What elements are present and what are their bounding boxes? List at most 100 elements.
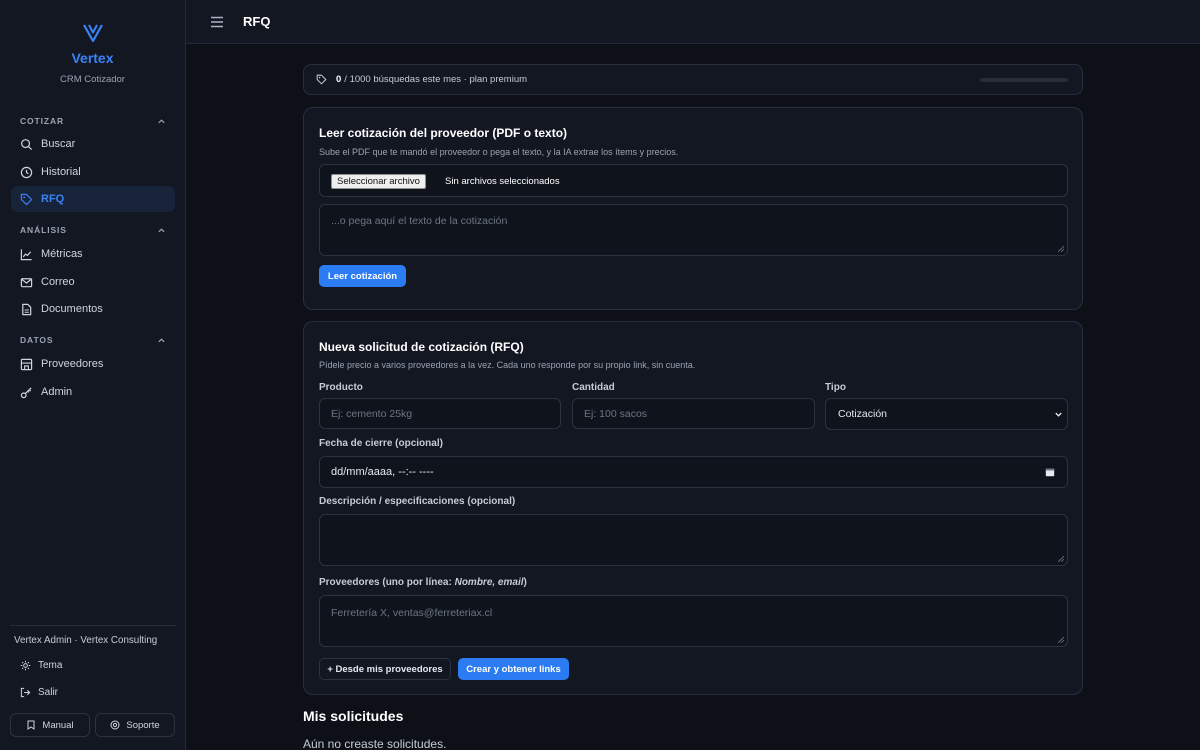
sidebar-item-label: Correo bbox=[41, 276, 75, 288]
logout-button[interactable]: Salir bbox=[20, 687, 58, 698]
logout-icon bbox=[20, 687, 31, 698]
suppliers-placeholder: Ferretería X, ventas@ferreteriax.cl bbox=[331, 607, 493, 619]
product-placeholder: Ej: cemento 25kg bbox=[331, 408, 413, 420]
product-input[interactable]: Ej: cemento 25kg bbox=[319, 398, 561, 429]
sidebar-item-historial[interactable]: Historial bbox=[11, 159, 175, 185]
new-rfq-card: Nueva solicitud de cotización (RFQ) Píde… bbox=[303, 321, 1083, 695]
resize-handle-icon[interactable] bbox=[1058, 637, 1064, 643]
read-quote-card: Leer cotización del proveedor (PDF o tex… bbox=[303, 107, 1083, 310]
chart-icon bbox=[20, 248, 32, 260]
suppliers-label-format: Nombre, email bbox=[454, 577, 524, 588]
user-account: Vertex Admin · Vertex Consulting bbox=[14, 635, 158, 646]
card-subtitle: Pídele precio a varios proveedores a la … bbox=[319, 360, 696, 370]
section-datos[interactable]: DATOS bbox=[0, 333, 186, 347]
mail-icon bbox=[20, 277, 33, 287]
resize-handle-icon[interactable] bbox=[1058, 246, 1064, 252]
file-status: Sin archivos seleccionados bbox=[445, 176, 560, 187]
resize-handle-icon[interactable] bbox=[1058, 556, 1064, 562]
sidebar: Vertex CRM Cotizador COTIZAR Buscar Hist… bbox=[0, 0, 186, 750]
sidebar-item-label: Proveedores bbox=[41, 358, 104, 370]
search-icon bbox=[21, 138, 33, 150]
section-title: DATOS bbox=[20, 335, 54, 345]
support-button[interactable]: Soporte bbox=[95, 713, 175, 737]
create-links-button[interactable]: Crear y obtener links bbox=[458, 658, 569, 680]
sidebar-item-label: Admin bbox=[41, 386, 73, 398]
description-textarea[interactable] bbox=[319, 514, 1068, 566]
requests-empty-state: Aún no creaste solicitudes. bbox=[303, 737, 447, 750]
chevron-down-icon bbox=[1055, 412, 1062, 417]
sidebar-item-documentos[interactable]: Documentos bbox=[11, 296, 175, 322]
description-label: Descripción / especificaciones (opcional… bbox=[319, 496, 516, 507]
select-file-button[interactable]: Seleccionar archivo bbox=[331, 174, 426, 189]
key-icon bbox=[20, 386, 32, 398]
section-title: ANÁLISIS bbox=[20, 225, 67, 235]
from-suppliers-button[interactable]: + Desde mis proveedores bbox=[319, 658, 451, 680]
quantity-placeholder: Ej: 100 sacos bbox=[584, 408, 648, 420]
type-label: Tipo bbox=[825, 382, 846, 393]
sidebar-divider bbox=[10, 625, 176, 626]
topbar: RFQ bbox=[186, 0, 1200, 44]
chevron-up-icon bbox=[158, 337, 165, 342]
sidebar-item-proveedores[interactable]: Proveedores bbox=[11, 351, 175, 377]
sidebar-item-label: Documentos bbox=[41, 303, 103, 315]
clock-icon bbox=[20, 166, 33, 178]
card-title: Leer cotización del proveedor (PDF o tex… bbox=[319, 126, 568, 140]
vertex-logo-icon bbox=[82, 24, 103, 42]
type-value: Cotización bbox=[838, 408, 888, 420]
usage-banner: 0 / 1000 búsquedas este mes · plan premi… bbox=[303, 64, 1083, 95]
manual-label: Manual bbox=[42, 719, 74, 731]
sidebar-item-label: Historial bbox=[41, 166, 81, 178]
theme-toggle[interactable]: Tema bbox=[20, 660, 62, 671]
sidebar-item-label: RFQ bbox=[41, 193, 65, 205]
sidebar-item-metricas[interactable]: Métricas bbox=[11, 241, 175, 267]
product-label: Producto bbox=[319, 382, 363, 393]
sidebar-item-correo[interactable]: Correo bbox=[11, 269, 175, 295]
bookmark-icon bbox=[27, 720, 35, 730]
suppliers-label: Proveedores (uno por línea: Nombre, emai… bbox=[319, 577, 527, 588]
section-analisis[interactable]: ANÁLISIS bbox=[0, 223, 186, 237]
quote-text-placeholder: ...o pega aquí el texto de la cotización bbox=[331, 215, 508, 227]
brand-subtitle: CRM Cotizador bbox=[60, 74, 125, 85]
menu-icon[interactable] bbox=[210, 16, 224, 28]
suppliers-label-suffix: ) bbox=[523, 577, 527, 588]
document-icon bbox=[22, 303, 32, 315]
file-input[interactable]: Seleccionar archivo Sin archivos selecci… bbox=[319, 164, 1068, 197]
usage-count: 0 bbox=[336, 74, 342, 85]
logout-label: Salir bbox=[38, 687, 59, 698]
usage-progress-bar bbox=[980, 78, 1068, 82]
card-title: Nueva solicitud de cotización (RFQ) bbox=[319, 340, 524, 354]
quote-text-area[interactable]: ...o pega aquí el texto de la cotización bbox=[319, 204, 1068, 256]
brand: Vertex CRM Cotizador bbox=[0, 0, 185, 85]
close-date-input[interactable]: dd/mm/aaaa, --:-- ---- bbox=[319, 456, 1068, 488]
calendar-icon[interactable] bbox=[1045, 467, 1055, 477]
type-select[interactable]: Cotización bbox=[825, 398, 1068, 430]
quantity-input[interactable]: Ej: 100 sacos bbox=[572, 398, 815, 429]
store-icon bbox=[20, 358, 33, 370]
suppliers-label-prefix: Proveedores (uno por línea: bbox=[319, 577, 455, 588]
chevron-up-icon bbox=[158, 227, 165, 232]
sidebar-item-rfq[interactable]: RFQ bbox=[11, 186, 175, 212]
card-subtitle: Sube el PDF que te mandó el proveedor o … bbox=[319, 147, 679, 157]
suppliers-textarea[interactable]: Ferretería X, ventas@ferreteriax.cl bbox=[319, 595, 1068, 647]
section-cotizar[interactable]: COTIZAR bbox=[0, 114, 186, 128]
manual-button[interactable]: Manual bbox=[10, 713, 90, 737]
section-title: COTIZAR bbox=[20, 116, 65, 126]
read-quote-button[interactable]: Leer cotización bbox=[319, 265, 406, 287]
usage-text: / 1000 búsquedas este mes · plan premium bbox=[344, 74, 528, 85]
quantity-label: Cantidad bbox=[572, 382, 615, 393]
close-date-value: dd/mm/aaaa, --:-- ---- bbox=[331, 466, 434, 478]
close-date-label: Fecha de cierre (opcional) bbox=[319, 438, 443, 449]
page-title: RFQ bbox=[243, 14, 271, 29]
sidebar-item-admin[interactable]: Admin bbox=[11, 379, 175, 405]
theme-icon bbox=[20, 660, 31, 671]
theme-label: Tema bbox=[38, 660, 63, 671]
sidebar-item-label: Buscar bbox=[41, 138, 76, 150]
support-icon bbox=[110, 720, 120, 730]
chevron-up-icon bbox=[158, 118, 165, 123]
tag-icon bbox=[316, 74, 327, 85]
sidebar-item-label: Métricas bbox=[41, 248, 83, 260]
tag-icon bbox=[20, 193, 33, 205]
requests-heading: Mis solicitudes bbox=[303, 708, 404, 724]
sidebar-item-buscar[interactable]: Buscar bbox=[11, 131, 175, 157]
support-label: Soporte bbox=[126, 719, 160, 731]
